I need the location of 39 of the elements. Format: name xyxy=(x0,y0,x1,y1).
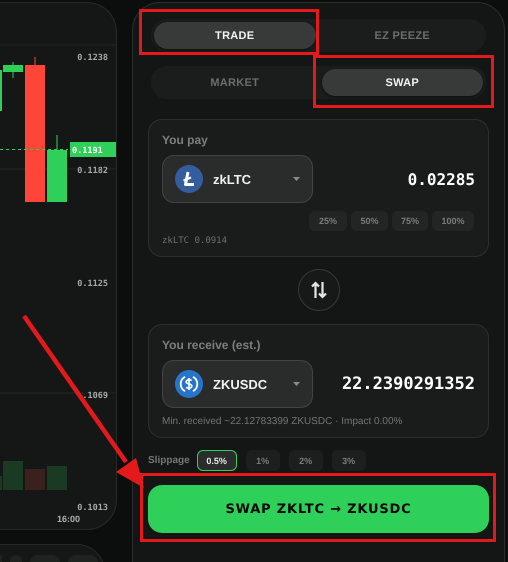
slippage-option[interactable]: 1% xyxy=(246,450,280,471)
time-label: 16:00 xyxy=(56,514,80,524)
tab[interactable]: EZ PEEZE xyxy=(322,22,483,49)
price-label: 0.1182 xyxy=(77,166,108,176)
amount-output: 22.2390291352 xyxy=(342,374,475,394)
price-label: .1069 xyxy=(82,391,108,401)
token-select[interactable]: zkLTC xyxy=(162,155,313,203)
percent-button[interactable]: 75% xyxy=(392,211,428,231)
volume-bar xyxy=(47,466,67,490)
coin-icon xyxy=(175,370,203,398)
balance-text: zkLTC 0.0914 xyxy=(162,236,228,246)
tab[interactable]: SWAP xyxy=(322,69,483,96)
swap-direction-button[interactable] xyxy=(298,269,340,311)
current-price-tag xyxy=(70,142,116,157)
card-label: You pay xyxy=(162,133,209,147)
percent-button[interactable]: 100% xyxy=(432,211,474,231)
slippage-option[interactable]: 3% xyxy=(332,450,366,471)
price-label: 0.1238 xyxy=(77,53,108,63)
coin-icon xyxy=(175,165,203,193)
slippage-option[interactable]: 2% xyxy=(288,450,323,471)
amount-field[interactable]: 0.02285 xyxy=(408,170,475,188)
price-label: 0.1013 xyxy=(77,503,108,513)
current-price: 0.1191 xyxy=(72,146,103,156)
volume-bar xyxy=(25,469,45,490)
swap-icon xyxy=(310,281,326,299)
token-select[interactable]: ZKUSDC xyxy=(162,360,313,408)
tab[interactable]: MARKET xyxy=(154,69,316,96)
card-label: You receive (est.) xyxy=(162,338,262,352)
caret-icon xyxy=(293,382,300,386)
caret-icon xyxy=(293,177,300,181)
price-line xyxy=(0,149,68,150)
details-text: Min. received ~22.12783399 ZKUSDC · Impact 0.00% xyxy=(162,416,404,427)
slippage-label: Slippage xyxy=(148,455,190,466)
price-label: 0.1125 xyxy=(77,279,108,289)
slippage-option[interactable]: 0.5% xyxy=(196,450,237,471)
percent-button[interactable]: 50% xyxy=(351,211,388,231)
swap-button[interactable]: SWAP ZKLTC → ZKUSDC xyxy=(148,485,489,533)
percent-button[interactable]: 25% xyxy=(309,211,347,231)
tab[interactable]: TRADE xyxy=(154,22,316,49)
